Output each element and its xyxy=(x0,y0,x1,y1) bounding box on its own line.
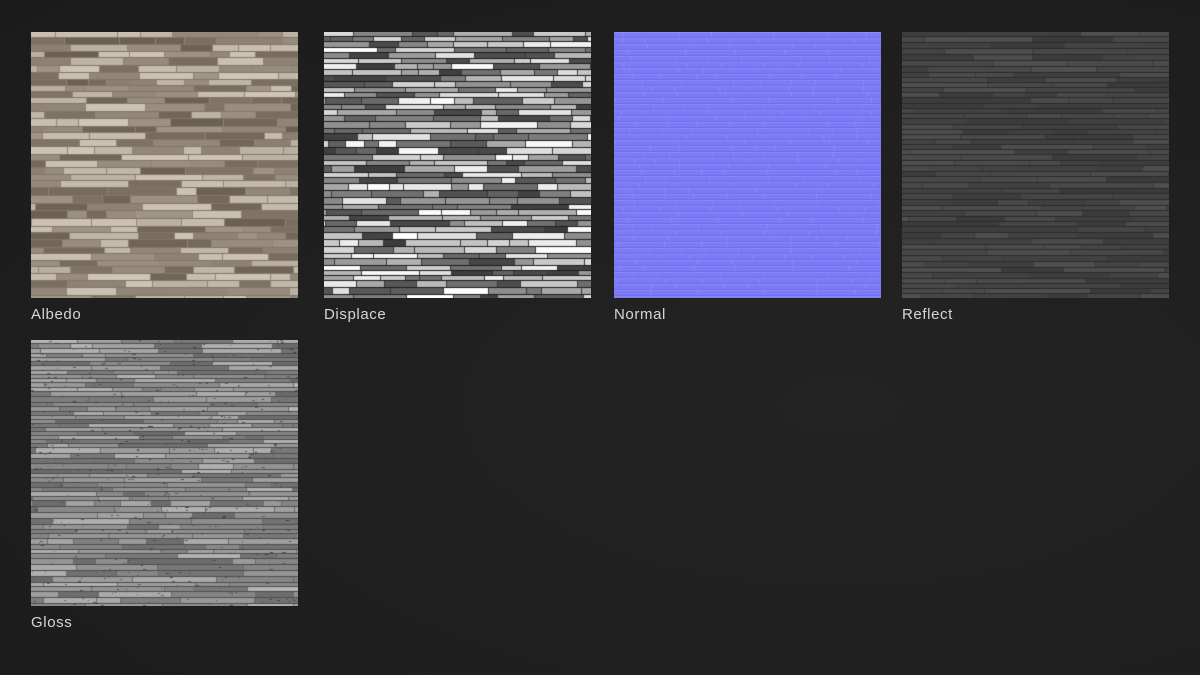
albedo-map-preview[interactable] xyxy=(31,32,298,298)
map-label-gloss: Gloss xyxy=(31,614,73,631)
map-tile-reflect[interactable]: Reflect xyxy=(902,32,1169,323)
normal-map-preview[interactable] xyxy=(614,32,881,298)
map-label-normal: Normal xyxy=(614,306,666,323)
displace-map-preview[interactable] xyxy=(324,32,591,298)
gloss-map-preview[interactable] xyxy=(31,340,298,606)
map-tile-displace[interactable]: Displace xyxy=(324,32,591,323)
map-tile-normal[interactable]: Normal xyxy=(614,32,881,323)
map-tile-gloss[interactable]: Gloss xyxy=(31,340,298,631)
reflect-map-preview[interactable] xyxy=(902,32,1169,298)
map-label-albedo: Albedo xyxy=(31,306,82,323)
map-tile-albedo[interactable]: Albedo xyxy=(31,32,298,323)
map-label-displace: Displace xyxy=(324,306,387,323)
map-label-reflect: Reflect xyxy=(902,306,953,323)
